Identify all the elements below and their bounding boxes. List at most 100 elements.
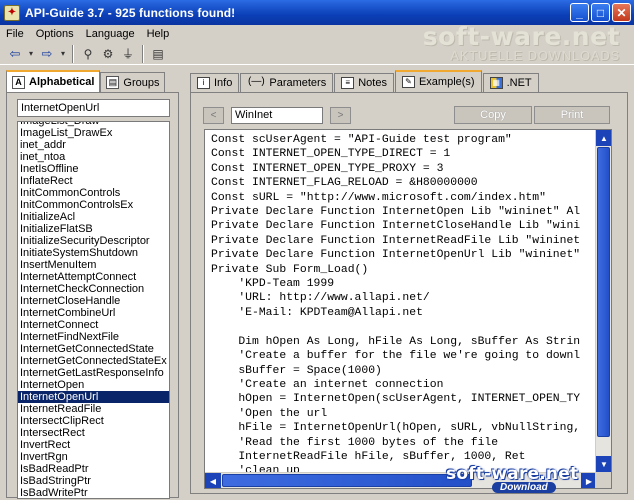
list-item[interactable]: InternetConnect <box>18 319 169 331</box>
minimize-button[interactable]: _ <box>570 3 589 22</box>
next-example-button[interactable]: > <box>330 107 351 124</box>
list-item[interactable]: InternetGetConnectedState <box>18 343 169 355</box>
list-item[interactable]: InternetAttemptConnect <box>18 271 169 283</box>
scroll-up-icon[interactable]: ▲ <box>596 130 611 146</box>
horizontal-scroll-thumb[interactable] <box>222 474 472 487</box>
example-code: Const scUserAgent = "API-Guide test prog… <box>211 134 581 472</box>
tab-groups[interactable]: ▤ Groups <box>100 72 166 92</box>
list-item[interactable]: InternetCombineUrl <box>18 307 169 319</box>
menu-language[interactable]: Language <box>80 28 141 40</box>
list-item[interactable]: InternetGetConnectedStateEx <box>18 355 169 367</box>
tab-alphabetical[interactable]: A Alphabetical <box>6 70 101 92</box>
print-button[interactable]: Print <box>534 106 610 124</box>
list-item[interactable]: InflateRect <box>18 175 169 187</box>
toolbar-separator <box>72 44 74 63</box>
list-item[interactable]: InternetGetLastResponseInfo <box>18 367 169 379</box>
toolbar: ⇦ ▾ ⇨ ▾ ⚲ ⚙ ⏚ ▤ <box>0 43 634 65</box>
tab-info[interactable]: i Info <box>190 73 240 92</box>
window-title: API-Guide 3.7 - 925 functions found! <box>25 5 236 20</box>
scroll-corner <box>595 472 611 488</box>
forward-arrow-icon[interactable]: ⇨ <box>36 45 58 63</box>
tab-parameters[interactable]: (—) Parameters <box>240 73 334 92</box>
back-arrow-icon[interactable]: ⇦ <box>4 45 26 63</box>
tab-dotnet[interactable]: ▦ .NET <box>482 73 539 92</box>
menu-options[interactable]: Options <box>30 28 80 40</box>
list-item[interactable]: inet_addr <box>18 139 169 151</box>
list-item[interactable]: InetIsOffline <box>18 163 169 175</box>
app-window: ✦ API-Guide 3.7 - 925 functions found! _… <box>0 0 634 500</box>
list-item[interactable]: InitCommonControlsEx <box>18 199 169 211</box>
document-icon[interactable]: ▤ <box>148 45 168 63</box>
list-item[interactable]: InitCommonControls <box>18 187 169 199</box>
left-panel: ImageList_DrawImageList_DrawExinet_addri… <box>6 92 179 499</box>
example-name-field[interactable]: WinInet <box>231 107 323 124</box>
alphabetical-icon: A <box>12 75 25 89</box>
tab-label: Groups <box>123 76 160 89</box>
menu-file[interactable]: File <box>0 28 30 40</box>
list-item[interactable]: InitiateSystemShutdown <box>18 247 169 259</box>
list-item[interactable]: IsBadStringPtr <box>18 475 169 487</box>
detail-tabs: i Info (—) Parameters ≡ Notes ✎ Example(… <box>190 70 540 92</box>
scroll-down-icon[interactable]: ▼ <box>596 456 611 472</box>
list-item[interactable]: InitializeAcl <box>18 211 169 223</box>
parameters-icon: (—) <box>248 76 265 87</box>
dropdown-icon[interactable]: ▾ <box>58 45 68 63</box>
code-viewer[interactable]: Const scUserAgent = "API-Guide test prog… <box>204 129 612 489</box>
maximize-button[interactable]: □ <box>591 3 610 22</box>
horizontal-scrollbar[interactable]: ◀ ▶ <box>205 472 597 488</box>
code-area[interactable]: Const scUserAgent = "API-Guide test prog… <box>205 130 597 472</box>
previous-example-button[interactable]: < <box>203 107 224 124</box>
toolbar-separator <box>142 44 144 63</box>
tab-examples[interactable]: ✎ Example(s) <box>394 70 482 92</box>
tab-label: Alphabetical <box>29 76 95 88</box>
menu-help[interactable]: Help <box>141 28 176 40</box>
list-item[interactable]: InvertRgn <box>18 451 169 463</box>
tab-label: Parameters <box>269 77 327 89</box>
tab-label: .NET <box>506 77 532 89</box>
info-icon: i <box>197 77 210 89</box>
list-item[interactable]: IsBadWritePtr <box>18 487 169 498</box>
list-item[interactable]: InternetOpen <box>18 379 169 391</box>
notes-icon: ≡ <box>341 77 355 89</box>
scroll-left-icon[interactable]: ◀ <box>205 473 221 488</box>
examples-panel: < WinInet > Copy Print Const scUserAgent… <box>190 92 628 494</box>
tab-label: Notes <box>358 77 387 89</box>
list-item[interactable]: inet_ntoa <box>18 151 169 163</box>
function-list-items: ImageList_Draw ImageList_DrawEx inet_addr i… <box>18 122 169 498</box>
list-item[interactable]: InsertMenuItem <box>18 259 169 271</box>
function-search-input[interactable] <box>17 99 170 117</box>
copy-button[interactable]: Copy <box>454 106 532 124</box>
tab-notes[interactable]: ≡ Notes <box>334 73 394 92</box>
tools-icon[interactable]: ⚙ <box>98 45 118 63</box>
list-item[interactable]: InternetFindNextFile <box>18 331 169 343</box>
list-item[interactable]: ImageList_DrawEx <box>18 127 169 139</box>
close-button[interactable]: ✕ <box>612 3 631 22</box>
list-item[interactable]: IsBadReadPtr <box>18 463 169 475</box>
list-item[interactable]: InternetReadFile <box>18 403 169 415</box>
list-item[interactable]: InternetCloseHandle <box>18 295 169 307</box>
function-list[interactable]: ImageList_Draw ImageList_DrawEx inet_addr i… <box>17 121 170 499</box>
list-item[interactable]: InternetCheckConnection <box>18 283 169 295</box>
app-icon: ✦ <box>4 4 20 21</box>
list-item[interactable]: InitializeFlatSB <box>18 223 169 235</box>
function-browser: A Alphabetical ▤ Groups ImageList_DrawIm… <box>6 70 179 499</box>
vertical-scrollbar[interactable]: ▲ ▼ <box>595 130 611 472</box>
groups-icon: ▤ <box>106 76 120 89</box>
list-item[interactable]: InternetOpenUrl <box>18 391 169 403</box>
dropdown-icon[interactable]: ▾ <box>26 45 36 63</box>
tab-label: Info <box>214 77 233 89</box>
list-item[interactable]: IntersectClipRect <box>18 415 169 427</box>
search-icon[interactable]: ⚲ <box>78 45 98 63</box>
title-bar[interactable]: ✦ API-Guide 3.7 - 925 functions found! _… <box>0 0 634 25</box>
details-pane: i Info (—) Parameters ≡ Notes ✎ Example(… <box>190 70 628 494</box>
list-item[interactable]: InvertRect <box>18 439 169 451</box>
menu-bar: File Options Language Help <box>0 25 634 43</box>
window-controls: _ □ ✕ <box>570 3 631 22</box>
list-item[interactable]: InitializeSecurityDescriptor <box>18 235 169 247</box>
plug-icon[interactable]: ⏚ <box>118 45 138 63</box>
left-tabs: A Alphabetical ▤ Groups <box>6 70 166 92</box>
dotnet-icon: ▦ <box>489 77 503 89</box>
vertical-scroll-thumb[interactable] <box>597 147 610 437</box>
tab-label: Example(s) <box>418 76 475 88</box>
list-item[interactable]: IntersectRect <box>18 427 169 439</box>
